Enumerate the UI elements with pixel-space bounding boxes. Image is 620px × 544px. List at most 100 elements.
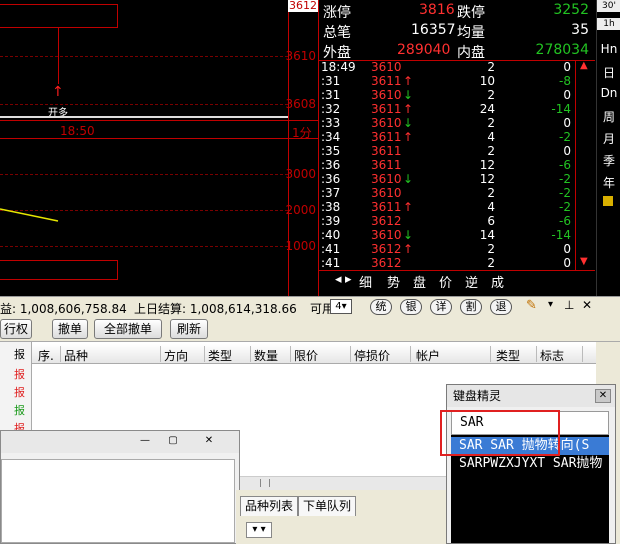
- tick-row[interactable]: :31 3610 ↓ 2 0: [319, 88, 595, 102]
- tick-row[interactable]: :37 3610 2 -2: [319, 186, 595, 200]
- tick-row[interactable]: :36 3610 ↓ 12 -2: [319, 172, 595, 186]
- maximize-icon[interactable]: ▢: [165, 434, 181, 448]
- left-col-item[interactable]: 报: [14, 346, 28, 362]
- exit-button[interactable]: 退: [490, 299, 512, 315]
- tick-row[interactable]: :34 3611 ↑ 4 -2: [319, 130, 595, 144]
- tick-list[interactable]: 18:49 3610 2 0:31 3611 ↑ 10 -8:31 3610 ↓ 2 0:32 3611…: [319, 60, 595, 270]
- dropdown-icon[interactable]: ▾: [548, 299, 553, 310]
- period-30m[interactable]: 30': [597, 0, 620, 12]
- tick-volume: 12: [479, 158, 495, 172]
- col-header-product[interactable]: 品种: [64, 347, 88, 364]
- horizontal-scrollbar[interactable]: [240, 476, 446, 490]
- left-col-item[interactable]: 报: [14, 384, 28, 400]
- col-header-seq[interactable]: 序.: [38, 347, 54, 364]
- quote-tab-trades[interactable]: 成: [491, 272, 504, 291]
- period-hn[interactable]: Hn: [597, 42, 620, 56]
- total-trades-value: 16357: [411, 22, 456, 38]
- close-icon[interactable]: ✕: [582, 298, 592, 312]
- bank-button[interactable]: 银: [400, 299, 422, 315]
- refresh-button[interactable]: 刷新: [170, 319, 208, 339]
- period-month[interactable]: 月: [597, 130, 620, 147]
- tick-change: -2: [559, 186, 571, 200]
- keyboard-wizard-close-icon[interactable]: ✕: [595, 389, 611, 403]
- tick-price: 3611: [371, 102, 402, 116]
- scroll-up-icon[interactable]: ▲: [580, 60, 588, 71]
- minimize-icon[interactable]: —: [137, 434, 153, 448]
- result-item[interactable]: SARPWZXJYXT SAR抛物: [451, 455, 609, 473]
- tab-prev-icon[interactable]: ◂: [335, 272, 342, 287]
- col-header-qty[interactable]: 数量: [254, 347, 278, 364]
- tick-row[interactable]: :39 3612 6 -6: [319, 214, 595, 228]
- tab-product-list[interactable]: 品种列表: [240, 496, 299, 516]
- left-col-item[interactable]: 报: [14, 366, 28, 382]
- up-arrow-icon: ↑: [403, 130, 414, 144]
- period-day[interactable]: 日: [597, 64, 620, 81]
- lower-tabs: 品种列表 下单队列 ▾ ▾: [236, 490, 446, 544]
- col-header-type2[interactable]: 类型: [496, 347, 520, 364]
- tab-order-queue[interactable]: 下单队列: [298, 496, 357, 516]
- cut-button[interactable]: 割: [460, 299, 482, 315]
- order-button-bar: 行权 撤单 全部撤单 刷新: [0, 316, 620, 342]
- left-col-item[interactable]: 报: [14, 402, 28, 418]
- pin-icon[interactable]: ⊥: [564, 298, 574, 312]
- tick-row[interactable]: :41 3612 ↑ 2 0: [319, 242, 595, 256]
- tick-scrollbar[interactable]: ▲ ▼: [575, 60, 593, 270]
- col-header-flag[interactable]: 标志: [540, 347, 564, 364]
- col-header-direction[interactable]: 方向: [164, 347, 188, 364]
- col-header-type[interactable]: 类型: [208, 347, 232, 364]
- quote-tab-reverse[interactable]: 逆: [465, 272, 478, 291]
- col-header-limit[interactable]: 限价: [294, 347, 318, 364]
- tick-change: -2: [559, 130, 571, 144]
- tick-row[interactable]: :38 3611 ↑ 4 -2: [319, 200, 595, 214]
- floating-window[interactable]: — ▢ ✕: [0, 430, 240, 544]
- tick-price: 3610: [371, 88, 402, 102]
- tick-volume: 2: [487, 144, 495, 158]
- quote-tab-price[interactable]: 价: [439, 272, 452, 291]
- summary-button[interactable]: 统: [370, 299, 392, 315]
- tick-row[interactable]: :32 3611 ↑ 24 -14: [319, 102, 595, 116]
- magic-wand-icon[interactable]: ✎: [526, 298, 537, 313]
- period-1h[interactable]: 1h: [597, 18, 620, 30]
- quote-tab-detail[interactable]: 细: [359, 272, 372, 291]
- keyboard-wizard[interactable]: 键盘精灵 ✕ SAR SAR SAR 抛物转向(S SARPWZXJYXT SA…: [446, 384, 616, 544]
- quote-tabs: ◂ ▸ 细 势 盘 价 逆 成: [319, 270, 595, 291]
- tick-volume: 12: [479, 172, 495, 186]
- tabs-dropdown[interactable]: ▾ ▾: [246, 522, 272, 538]
- tab-next-icon[interactable]: ▸: [345, 272, 352, 287]
- exercise-button[interactable]: 行权: [0, 319, 32, 339]
- tick-price: 3611: [371, 144, 402, 158]
- tick-row[interactable]: :41 3612 2 0: [319, 256, 595, 270]
- window-titlebar[interactable]: — ▢ ✕: [1, 431, 239, 453]
- col-header-stop[interactable]: 停损价: [354, 347, 390, 364]
- window-close-icon[interactable]: ✕: [201, 434, 217, 448]
- period-quarter[interactable]: 季: [597, 152, 620, 169]
- tick-row[interactable]: :33 3610 ↓ 2 0: [319, 116, 595, 130]
- tick-volume: 4: [487, 130, 495, 144]
- tick-change: -2: [559, 200, 571, 214]
- period-year[interactable]: 年: [597, 174, 620, 191]
- detail-button[interactable]: 详: [430, 299, 452, 315]
- up-arrow-icon: ↑: [403, 200, 414, 214]
- period-dn[interactable]: Dn: [597, 86, 620, 100]
- col-header-account[interactable]: 帐户: [416, 347, 440, 364]
- tick-row[interactable]: :35 3611 2 0: [319, 144, 595, 158]
- tick-price: 3610: [371, 60, 402, 74]
- nav-arrows[interactable]: 4▾: [330, 299, 352, 314]
- cancel-order-button[interactable]: 撤单: [52, 319, 88, 339]
- scroll-down-icon[interactable]: ▼: [580, 256, 588, 267]
- period-week[interactable]: 周: [597, 108, 620, 125]
- tick-row[interactable]: :40 3610 ↓ 14 -14: [319, 228, 595, 242]
- quote-tab-book[interactable]: 盘: [413, 272, 426, 291]
- volume-label: 3000: [285, 167, 316, 181]
- down-arrow-icon: ↓: [403, 172, 414, 186]
- cancel-all-button[interactable]: 全部撤单: [94, 319, 162, 339]
- tick-row[interactable]: 18:49 3610 2 0: [319, 60, 595, 74]
- tick-row[interactable]: :36 3611 12 -6: [319, 158, 595, 172]
- avg-label: 均量: [457, 25, 485, 41]
- tick-row[interactable]: :31 3611 ↑ 10 -8: [319, 74, 595, 88]
- price-chart[interactable]: ↑ 开多 18:50 1分 3612 3610 3608 3000 2000 1…: [0, 0, 318, 296]
- scroll-grip-icon[interactable]: [260, 479, 270, 487]
- window-content: [1, 459, 235, 543]
- tick-time: :31: [321, 88, 341, 102]
- quote-tab-trend[interactable]: 势: [387, 272, 400, 291]
